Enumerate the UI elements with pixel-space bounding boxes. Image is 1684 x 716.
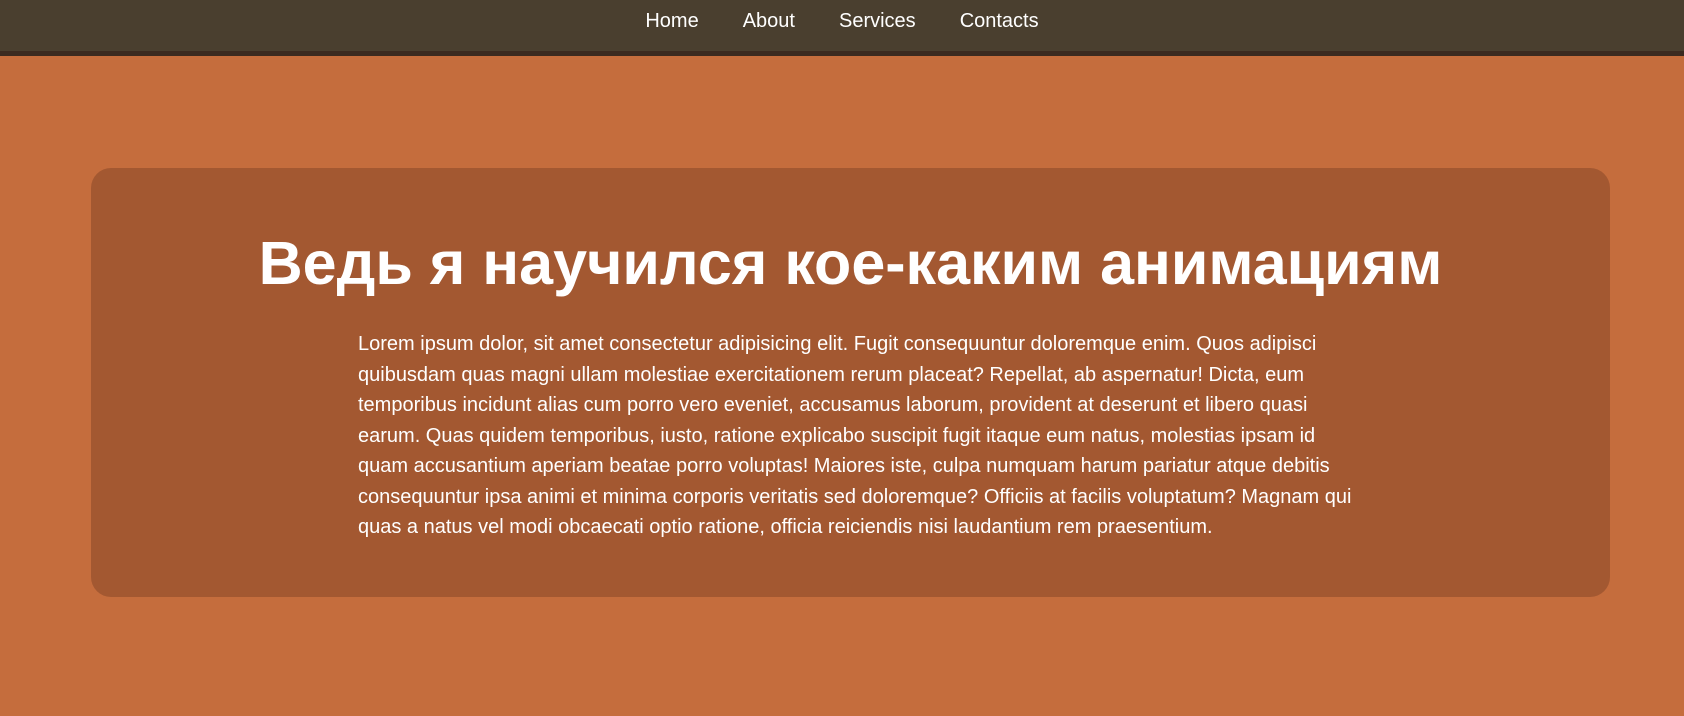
nav-link-about[interactable]: About: [743, 10, 795, 32]
hero-card: Ведь я научился кое-каким анимациям Lore…: [91, 168, 1610, 597]
hero-paragraph: Lorem ipsum dolor, sit amet consectetur …: [358, 333, 1352, 538]
nav-link-home[interactable]: Home: [645, 10, 698, 32]
top-navigation-bar: Home About Services Contacts: [0, 0, 1684, 56]
main-nav: Home About Services Contacts: [0, 10, 1684, 32]
nav-link-services[interactable]: Services: [839, 10, 916, 32]
hero-title: Ведь я научился кое-каким анимациям: [258, 229, 1443, 297]
nav-link-contacts[interactable]: Contacts: [960, 10, 1039, 32]
